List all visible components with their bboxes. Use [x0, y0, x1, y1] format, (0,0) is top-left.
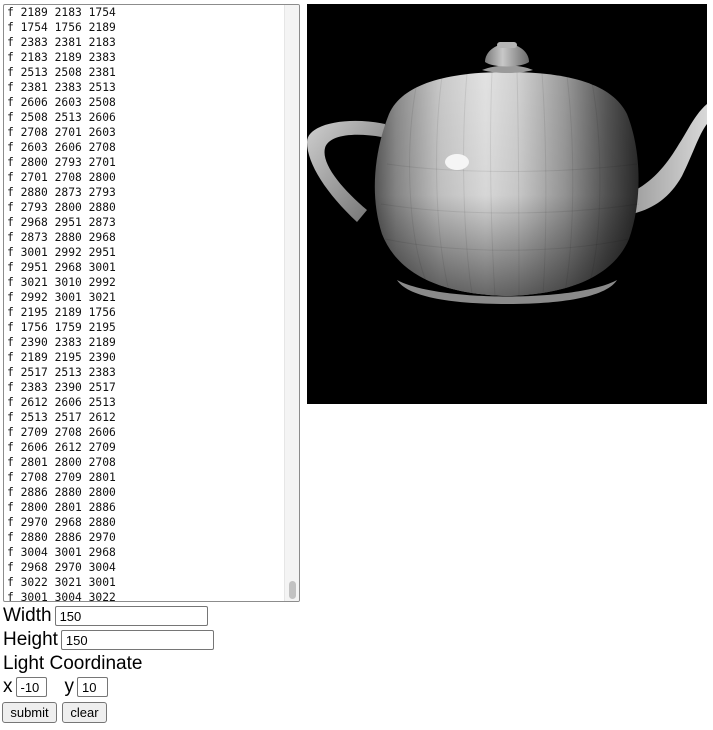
obj-line: f 2800 2801 2886 [7, 501, 116, 514]
obj-line: f 2513 2508 2381 [7, 66, 116, 79]
teapot-render [307, 42, 707, 304]
obj-line: f 2381 2383 2513 [7, 81, 116, 94]
obj-line: f 3021 3010 2992 [7, 276, 116, 289]
obj-line: f 2800 2793 2701 [7, 156, 116, 169]
obj-line: f 2195 2189 1756 [7, 306, 116, 319]
obj-line: f 2383 2390 2517 [7, 381, 116, 394]
render-canvas [307, 4, 707, 404]
obj-line: f 2390 2383 2189 [7, 336, 116, 349]
width-label: Width [3, 605, 52, 626]
height-label: Height [3, 629, 58, 650]
teapot-spout [627, 104, 707, 214]
textarea-scrollbar[interactable] [284, 5, 299, 601]
clear-button[interactable]: clear [62, 702, 107, 723]
obj-line: f 2886 2880 2800 [7, 486, 116, 499]
obj-line: f 2606 2612 2709 [7, 441, 116, 454]
obj-line: f 2968 2970 3004 [7, 561, 116, 574]
obj-line: f 2189 2195 2390 [7, 351, 116, 364]
light-coordinate-heading: Light Coordinate [3, 653, 143, 674]
teapot-lid-rim [482, 65, 533, 73]
submit-button[interactable]: submit [2, 702, 57, 723]
obj-line: f 2951 2968 3001 [7, 261, 116, 274]
obj-line: f 1754 1756 2189 [7, 21, 116, 34]
height-row: Height [3, 629, 214, 651]
teapot-lid-top [497, 42, 517, 48]
obj-line: f 2801 2800 2708 [7, 456, 116, 469]
obj-line: f 2873 2880 2968 [7, 231, 116, 244]
obj-line: f 2880 2886 2970 [7, 531, 116, 544]
obj-line: f 2612 2606 2513 [7, 396, 116, 409]
width-row: Width [3, 605, 208, 627]
obj-line: f 2513 2517 2612 [7, 411, 116, 424]
teapot-body-shade [374, 72, 639, 296]
x-input[interactable] [15, 677, 47, 697]
obj-line: f 3022 3021 3001 [7, 576, 116, 589]
obj-line: f 2508 2513 2606 [7, 111, 116, 124]
obj-line: f 2603 2606 2708 [7, 141, 116, 154]
x-label: x [3, 676, 13, 697]
obj-line: f 2383 2381 2183 [7, 36, 116, 49]
y-label: y [64, 676, 75, 697]
obj-line: f 2183 2189 2383 [7, 51, 116, 64]
light-xy-row: xy [3, 676, 108, 698]
obj-line: f 1756 1759 2195 [7, 321, 116, 334]
width-input[interactable] [54, 606, 208, 626]
scrollbar-thumb[interactable] [289, 581, 296, 599]
obj-line: f 2701 2708 2800 [7, 171, 116, 184]
teapot-handle [307, 120, 387, 222]
obj-textarea[interactable]: f 2189 2183 1754 f 1754 1756 2189 f 2383 2… [3, 4, 300, 602]
obj-line: f 2992 3001 3021 [7, 291, 116, 304]
obj-line: f 3004 3001 2968 [7, 546, 116, 559]
obj-line: f 2968 2951 2873 [7, 216, 116, 229]
obj-line: f 2708 2701 2603 [7, 126, 116, 139]
obj-line: f 2970 2968 2880 [7, 516, 116, 529]
obj-line: f 2793 2800 2880 [7, 201, 116, 214]
y-input[interactable] [77, 677, 108, 697]
obj-line: f 2880 2873 2793 [7, 186, 116, 199]
obj-line: f 2606 2603 2508 [7, 96, 116, 109]
obj-line: f 2517 2513 2383 [7, 366, 116, 379]
obj-line: f 3001 2992 2951 [7, 246, 116, 259]
teapot-highlight [445, 154, 469, 170]
obj-text-lines: f 2189 2183 1754 f 1754 1756 2189 f 2383 2… [7, 5, 287, 602]
obj-line: f 2189 2183 1754 [7, 6, 116, 19]
height-input[interactable] [60, 630, 214, 650]
obj-line: f 2708 2709 2801 [7, 471, 116, 484]
obj-line: f 2709 2708 2606 [7, 426, 116, 439]
obj-line: f 3001 3004 3022 [7, 591, 116, 602]
